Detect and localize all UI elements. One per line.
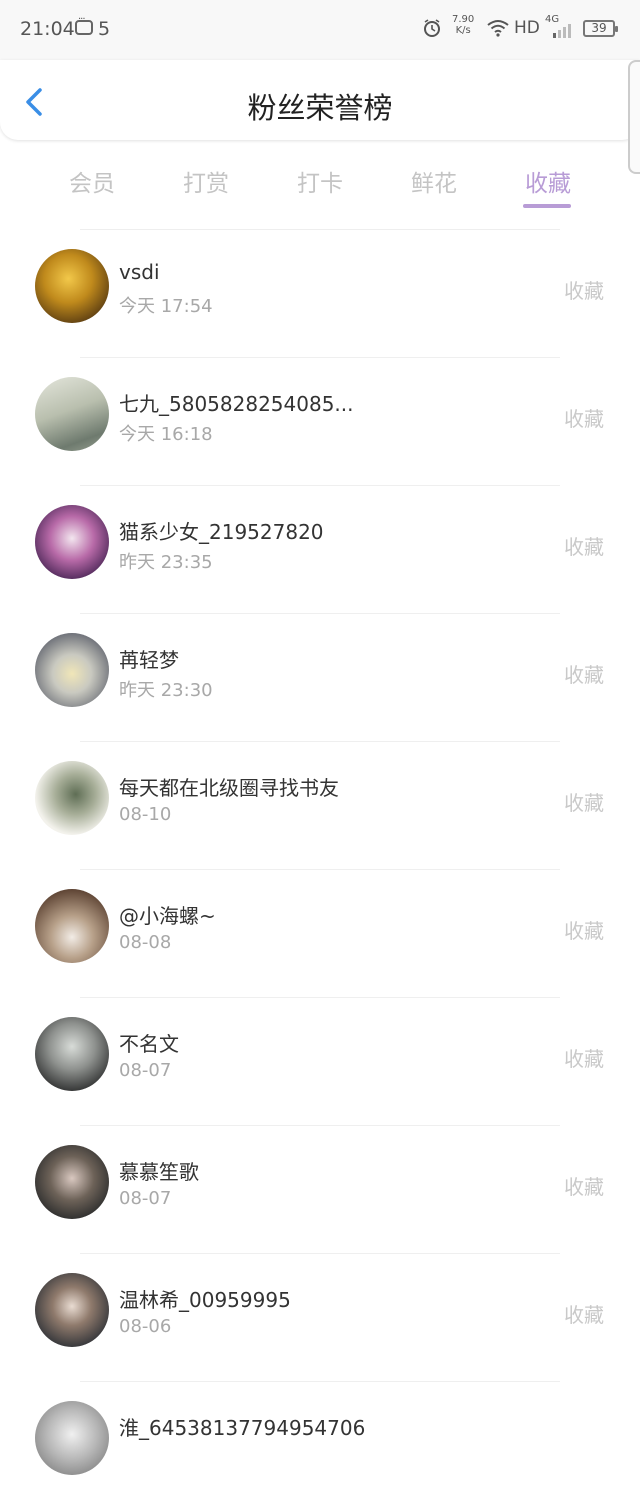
user-name: @小海螺~ [119,904,216,928]
tab-flowers[interactable]: 鲜花 [384,164,484,198]
tab-favorites[interactable]: 收藏 [498,164,598,198]
status-bar: 21:04 5 7.90 K/s HD 4G 39 [0,0,640,60]
avatar[interactable] [35,761,109,835]
avatar[interactable] [35,889,109,963]
action-tag: 收藏 [564,535,604,559]
list-item[interactable]: 七九_5805828254085... 今天 16:18 收藏 [0,358,640,486]
user-name: vsdi [119,260,160,284]
tab-checkin[interactable]: 打卡 [270,164,370,198]
avatar[interactable] [35,505,109,579]
avatar[interactable] [35,633,109,707]
avatar[interactable] [35,377,109,451]
action-time: 08-10 [119,804,172,825]
message-icon [75,14,93,35]
action-time: 昨天 23:35 [119,552,213,573]
action-time: 08-07 [119,1060,172,1081]
list-item[interactable]: 温林希_00959995 08-06 收藏 [0,1254,640,1382]
user-name: 温林希_00959995 [119,1288,291,1312]
avatar[interactable] [35,1273,109,1347]
net-speed-unit: K/s [455,25,471,36]
user-name: 每天都在北级圈寻找书友 [119,776,339,800]
list-item[interactable]: 苒轻梦 昨天 23:30 收藏 [0,614,640,742]
user-name: 七九_5805828254085... [119,392,354,416]
list-item[interactable]: 慕慕笙歌 08-07 收藏 [0,1126,640,1254]
tab-bar: 会员 打赏 打卡 鲜花 收藏 [0,150,640,210]
action-tag: 收藏 [564,1047,604,1071]
user-name: 苒轻梦 [119,648,179,672]
user-name: 淮_64538137794954706 [119,1416,366,1440]
action-tag: 收藏 [564,663,604,687]
list-item[interactable]: @小海螺~ 08-08 收藏 [0,870,640,998]
action-time: 08-07 [119,1188,172,1209]
avatar[interactable] [35,1145,109,1219]
hd-indicator: HD [514,18,540,38]
avatar[interactable] [35,1401,109,1475]
action-tag: 收藏 [564,407,604,431]
action-tag: 收藏 [564,1175,604,1199]
user-name: 不名文 [119,1032,179,1056]
list-item[interactable]: 淮_64538137794954706 [0,1382,640,1510]
action-time: 今天 17:54 [119,296,213,317]
list-item[interactable]: 每天都在北级圈寻找书友 08-10 收藏 [0,742,640,870]
avatar[interactable] [35,1017,109,1091]
app-header: 粉丝荣誉榜 [0,60,640,140]
list-item[interactable]: 不名文 08-07 收藏 [0,998,640,1126]
page-title: 粉丝荣誉榜 [247,91,393,125]
active-tab-indicator [523,204,571,208]
list-item[interactable]: vsdi 今天 17:54 收藏 [0,230,640,358]
battery-icon: 39 [583,20,618,37]
net-speed: 7.90 K/s [452,14,474,36]
action-tag: 收藏 [564,919,604,943]
net-speed-value: 7.90 [452,14,475,25]
action-time: 今天 16:18 [119,424,213,445]
status-time: 21:04 [20,18,75,40]
action-time: 08-06 [119,1316,172,1337]
list-item[interactable]: 猫系少女_219527820 昨天 23:35 收藏 [0,486,640,614]
user-name: 猫系少女_219527820 [119,520,324,544]
alarm-icon [424,19,440,37]
avatar[interactable] [35,249,109,323]
action-tag: 收藏 [564,279,604,303]
action-time: 昨天 23:30 [119,680,213,701]
user-name: 慕慕笙歌 [119,1160,199,1184]
action-time: 08-08 [119,932,172,953]
wifi-icon [487,20,509,37]
fan-list: vsdi 今天 17:54 收藏 七九_5805828254085... 今天 … [0,230,640,1510]
signal-icon [553,24,571,38]
action-tag: 收藏 [564,791,604,815]
tab-reward[interactable]: 打赏 [156,164,256,198]
tab-member[interactable]: 会员 [42,164,142,198]
action-tag: 收藏 [564,1303,604,1327]
notification-count: 5 [98,18,111,40]
